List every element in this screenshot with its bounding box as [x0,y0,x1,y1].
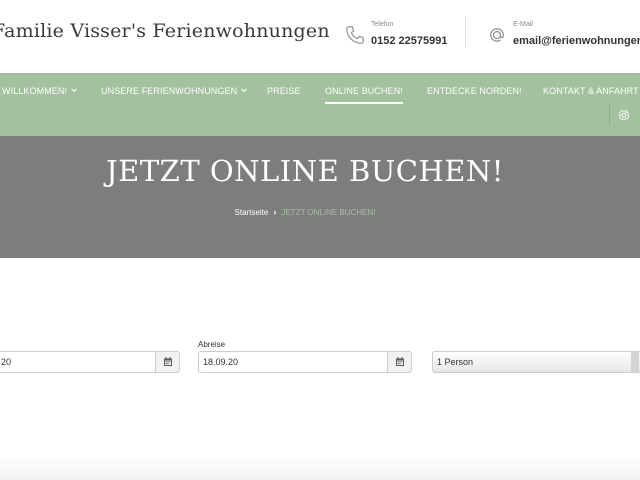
breadcrumb: Startseite › JETZT ONLINE BUCHEN! [0,207,610,217]
calendar-icon [396,357,404,366]
phone-icon [346,26,364,44]
departure-calendar-button[interactable] [387,352,411,372]
nav-item-label: WILLKOMMEN! [2,86,68,96]
calendar-icon [164,357,172,366]
phone-label: Telefon [371,21,394,28]
contact-email[interactable]: E-Mail email@ferienwohnungen-visser.de [486,18,640,58]
nav-item-preise[interactable]: PREISE [267,86,301,96]
arrival-calendar-button[interactable] [155,352,179,372]
nav-item-online-buchen[interactable]: ONLINE BUCHEN! [325,86,403,104]
email-label: E-Mail [513,21,533,28]
nav-item-label: ENTDECKE NORDEN! [427,86,522,96]
breadcrumb-home[interactable]: Startseite [235,208,269,217]
breadcrumb-separator: › [273,207,277,217]
page-bottom-shade [0,455,640,480]
departure-date-value: 18.09.20 [203,357,239,367]
main-navigation: WILLKOMMEN! UNSERE FERIENWOHNUNGEN PREIS… [0,73,640,136]
phone-number[interactable]: 0152 22575991 [371,35,447,47]
departure-label: Abreise [198,340,226,349]
guests-select-value: 1 Person [437,357,474,367]
nav-item-kontakt-anfahrt[interactable]: KONTAKT & ANFAHRT [543,86,639,96]
nav-item-unsere-ferienwohnungen[interactable]: UNSERE FERIENWOHNUNGEN [101,86,248,96]
nav-item-entdecke-norden[interactable]: ENTDECKE NORDEN! [427,86,522,96]
at-icon [490,28,504,42]
nav-item-label: UNSERE FERIENWOHNUNGEN [101,86,238,96]
site-title[interactable]: Familie Visser's Ferienwohnungen [0,20,330,42]
nav-item-label: KONTAKT & ANFAHRT [543,86,639,96]
departure-date-field[interactable]: 18.09.20 [198,351,412,373]
nav-item-label: ONLINE BUCHEN! [325,86,403,96]
breadcrumb-current: JETZT ONLINE BUCHEN! [281,208,376,217]
nav-item-label: PREISE [267,86,301,96]
header-divider [465,16,466,48]
nav-item-willkommen[interactable]: WILLKOMMEN! [2,86,78,96]
site-header: Familie Visser's Ferienwohnungen Telefon… [0,0,640,73]
email-address[interactable]: email@ferienwohnungen-visser.de [513,35,640,47]
arrival-date-value: 20 [1,357,12,367]
instagram-icon[interactable] [619,110,629,120]
chevron-down-icon [71,88,77,93]
social-divider [609,104,610,126]
chevron-down-icon [241,88,248,93]
page-title: JETZT ONLINE BUCHEN! [106,154,504,188]
arrival-date-field[interactable]: 20 [0,351,180,373]
page-hero: JETZT ONLINE BUCHEN! Startseite › JETZT ON… [0,136,640,258]
guests-select[interactable]: 1 Person [432,351,640,373]
select-arrow[interactable] [631,352,639,372]
